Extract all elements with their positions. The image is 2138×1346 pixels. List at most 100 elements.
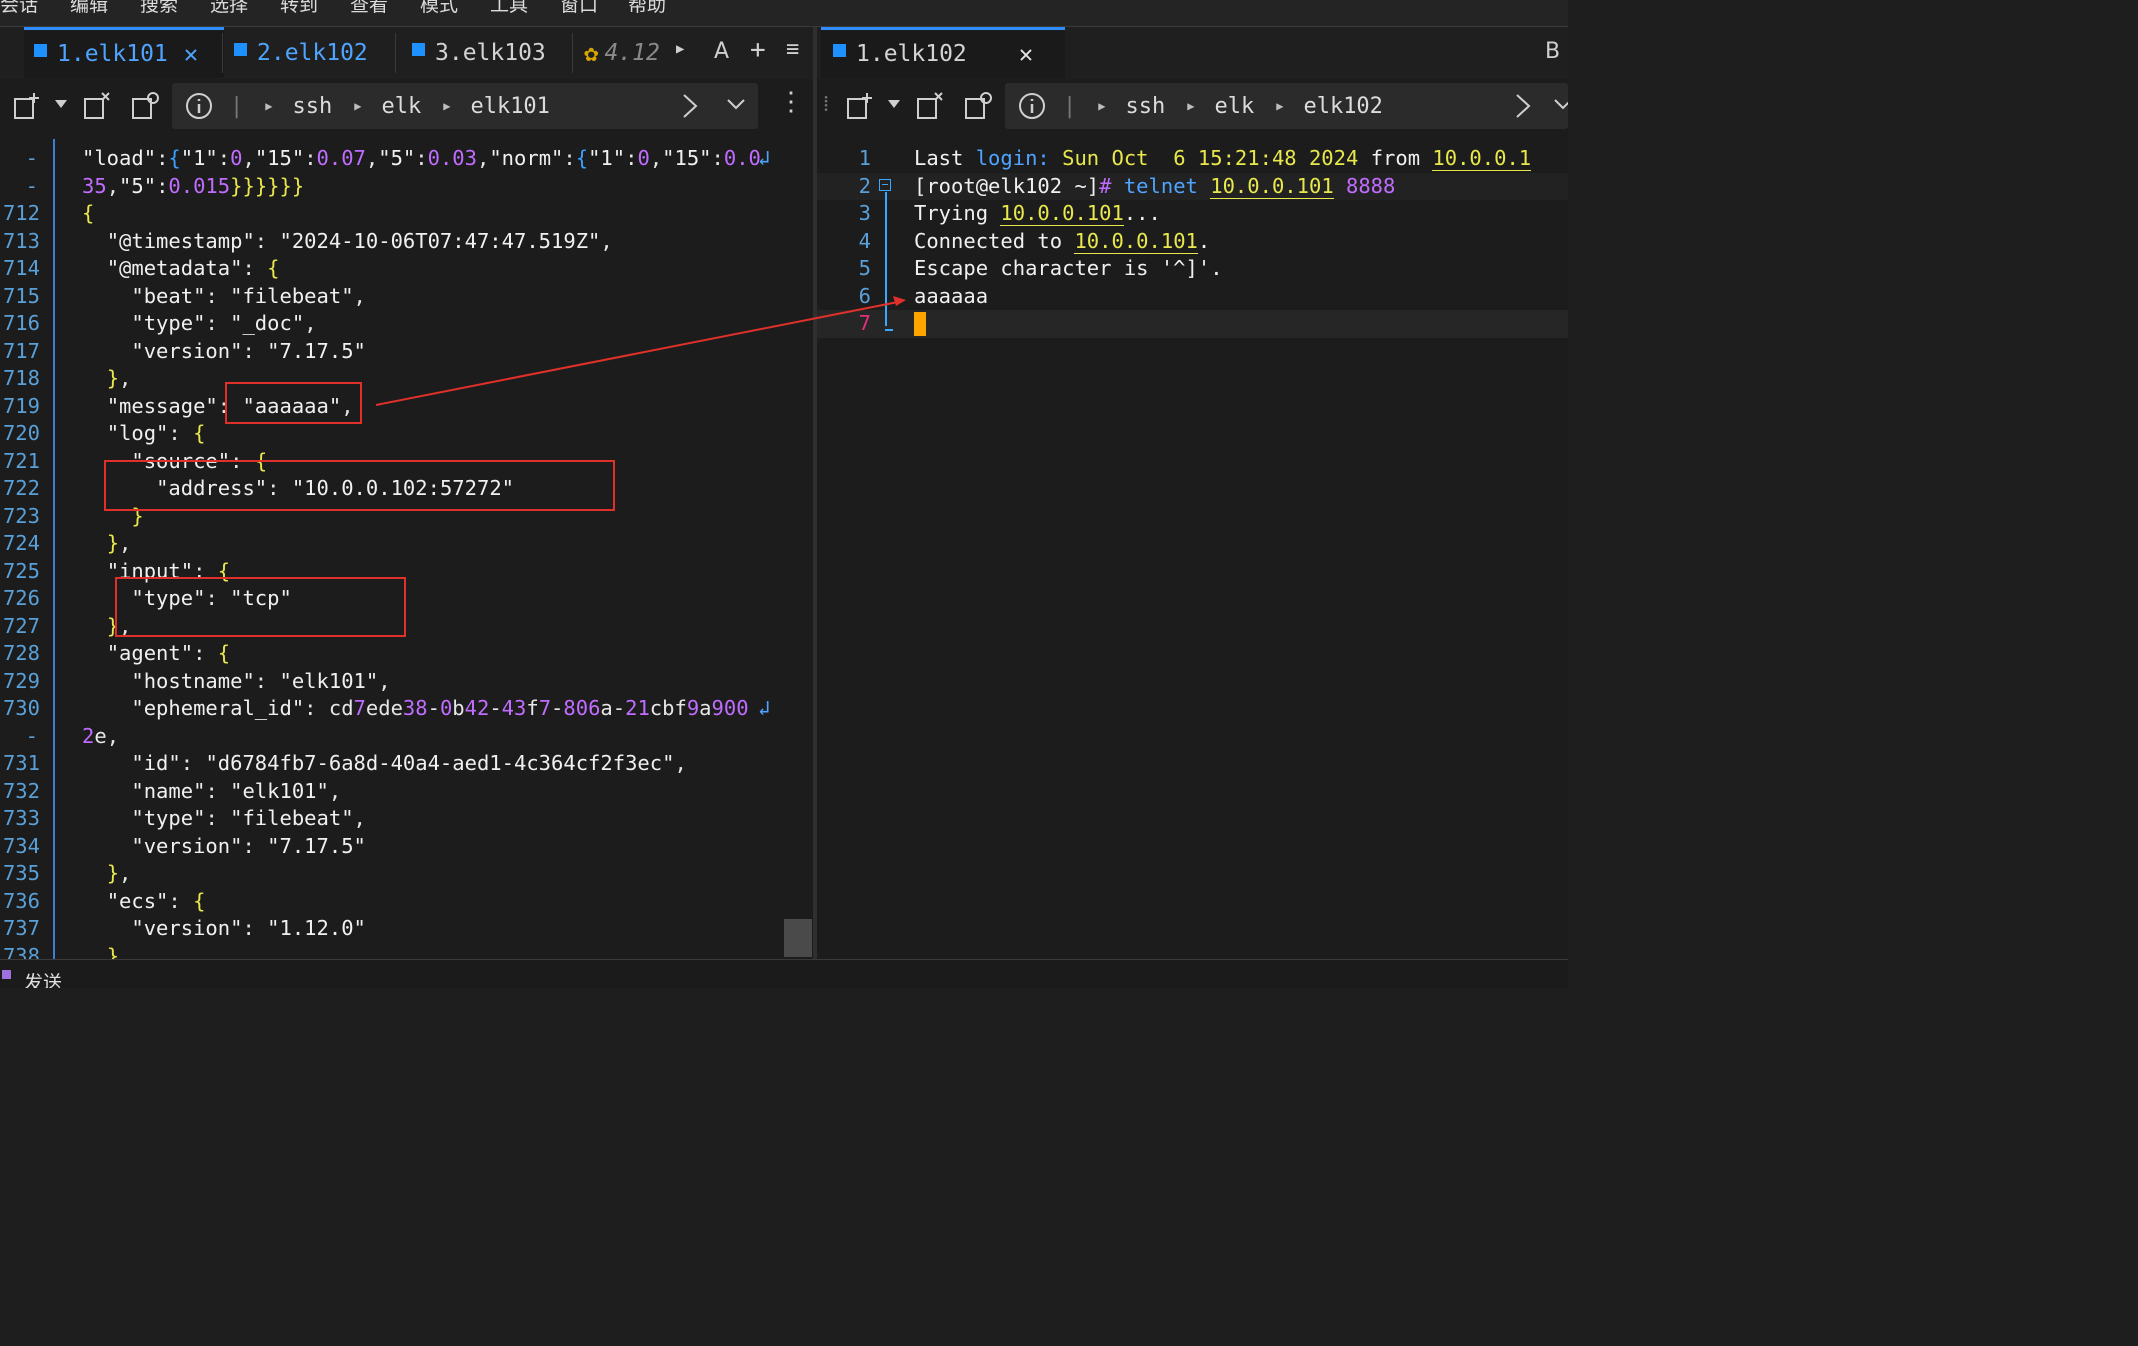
terminal-text: aaaaaa xyxy=(914,283,988,311)
code-line: 734 "version": "7.17.5" xyxy=(0,833,813,861)
tab-scroll-right-icon[interactable]: ▶ xyxy=(676,41,684,57)
menu-goto[interactable]: 转到 xyxy=(280,0,318,17)
breadcrumb-ssh[interactable]: ssh xyxy=(292,94,332,119)
code-line: 713 "@timestamp": "2024-10-06T07:47:47.5… xyxy=(0,228,813,256)
flower-icon: ✿ xyxy=(584,39,599,67)
disconnect-icon[interactable] xyxy=(915,91,945,121)
text-segment: login: xyxy=(975,146,1050,170)
text-segment: aaaaaa xyxy=(914,283,989,308)
line-number: - xyxy=(25,146,38,170)
right-terminal-output[interactable]: 1 Last login: Sun Oct 6 15:21:48 2024 fro… xyxy=(817,139,1568,959)
tab-divider xyxy=(572,33,573,73)
send-label[interactable]: 发送 xyxy=(24,968,62,988)
close-icon[interactable]: ✕ xyxy=(1019,40,1033,68)
menu-window[interactable]: 窗口 xyxy=(560,0,598,17)
tab-menu-button[interactable]: ≡ xyxy=(786,37,799,62)
tab-elk102[interactable]: 2.elk102 xyxy=(234,29,368,77)
text-segment: 10.0.0.1 xyxy=(1432,146,1532,171)
code-line: 720 "log": { xyxy=(0,420,813,448)
chevron-right-icon[interactable] xyxy=(680,93,700,119)
fold-toggle-icon[interactable] xyxy=(879,178,891,191)
text-segment: Connected to xyxy=(914,228,1075,253)
line-number: 718 xyxy=(2,366,40,390)
tab-divider xyxy=(222,33,223,73)
right-tab-bar: 1.elk102 ✕ B xyxy=(817,27,1568,79)
line-number: 728 xyxy=(2,641,40,665)
tab-label: 3.elk103 xyxy=(435,40,546,66)
send-indicator-icon xyxy=(2,970,11,979)
line-text: "@timestamp": "2024-10-06T07:47:47.519Z"… xyxy=(106,228,613,253)
menu-help[interactable]: 帮助 xyxy=(628,0,666,17)
line-text: "agent": { xyxy=(106,641,231,665)
menu-tools[interactable]: 工具 xyxy=(490,0,528,17)
text-segment: Trying xyxy=(914,201,1001,225)
line-number: 725 xyxy=(2,558,40,583)
menu-edit[interactable]: 编辑 xyxy=(70,0,108,17)
line-number: 713 xyxy=(2,228,40,253)
tab-divider xyxy=(395,33,396,73)
tab-4[interactable]: ✿ 4.12 xyxy=(584,29,666,77)
breadcrumb: | ▶ ssh ▶ elk ▶ elk101 xyxy=(172,83,758,129)
close-icon[interactable]: ✕ xyxy=(184,40,198,68)
line-number: 737 xyxy=(2,916,40,940)
disconnect-icon[interactable] xyxy=(82,91,112,121)
session-icon xyxy=(34,43,47,57)
chevron-down-icon[interactable] xyxy=(1553,97,1568,111)
breadcrumb-ssh[interactable]: ssh xyxy=(1125,94,1165,119)
drag-handle-icon[interactable]: ⁞ xyxy=(823,91,829,117)
font-button[interactable]: A xyxy=(714,39,729,64)
line-text: "ecs": { xyxy=(106,888,206,913)
terminal-line: 6 aaaaaa xyxy=(817,283,1568,311)
text-segment: . xyxy=(1197,228,1211,253)
new-session-icon[interactable] xyxy=(12,91,42,121)
left-terminal-output[interactable]: - "load":{"1":0,"15":0.07,"5":0.03,"norm"… xyxy=(0,139,813,959)
add-tab-button[interactable]: + xyxy=(750,35,766,65)
new-session-icon[interactable] xyxy=(845,91,875,121)
reconnect-icon[interactable] xyxy=(963,91,993,121)
menu-view[interactable]: 查看 xyxy=(350,0,388,17)
menu-search[interactable]: 搜索 xyxy=(140,0,178,17)
fold-guide xyxy=(885,191,887,327)
separator: | xyxy=(1063,93,1077,119)
chevron-down-icon[interactable] xyxy=(726,97,746,111)
breadcrumb-elk[interactable]: elk xyxy=(381,94,421,119)
caret-icon: ▶ xyxy=(265,99,273,113)
code-line: 738 }, xyxy=(0,943,813,960)
separator: | xyxy=(230,93,244,119)
caret-icon: ▶ xyxy=(1276,99,1284,113)
tab-elk101[interactable]: 1.elk101 ✕ xyxy=(24,27,224,78)
line-text: }, xyxy=(106,943,132,960)
code-line: 712 { xyxy=(0,200,813,228)
menu-mode[interactable]: 模式 xyxy=(420,0,458,17)
font-button[interactable]: B xyxy=(1545,39,1560,64)
code-line: 724 }, xyxy=(0,530,813,558)
breadcrumb-elk[interactable]: elk xyxy=(1214,94,1254,119)
line-number: 736 xyxy=(2,888,40,913)
breadcrumb-host[interactable]: elk101 xyxy=(470,94,549,119)
code-line: 735 }, xyxy=(0,860,813,888)
chevron-right-icon[interactable] xyxy=(1513,93,1533,119)
info-icon[interactable] xyxy=(1017,91,1047,121)
code-line: 714 "@metadata": { xyxy=(0,255,813,283)
line-number: - xyxy=(25,173,38,198)
line-text: "type": "filebeat", xyxy=(131,806,366,830)
annotation-box-address xyxy=(104,460,615,511)
wrap-indicator-icon: ↲ xyxy=(758,146,771,170)
menu-session[interactable]: 会话 xyxy=(0,0,38,17)
breadcrumb-host[interactable]: elk102 xyxy=(1303,94,1382,119)
line-text: "version": "7.17.5" xyxy=(131,338,366,363)
dropdown-icon[interactable] xyxy=(54,99,68,109)
tab-elk102[interactable]: 1.elk102 ✕ xyxy=(821,27,1065,78)
right-pane: 1.elk102 ✕ B ⁞ | ▶ ssh ▶ elk ▶ elk102 1 L… xyxy=(817,27,1568,959)
scrollbar-thumb[interactable] xyxy=(784,919,812,957)
terminal-text: [root@elk102 ~]# telnet 10.0.0.101 8888 xyxy=(914,173,1395,201)
more-vertical-icon[interactable]: ⋮ xyxy=(778,87,804,117)
dropdown-icon[interactable] xyxy=(887,99,901,109)
code-line: 716 "type": "_doc", xyxy=(0,310,813,338)
menu-select[interactable]: 选择 xyxy=(210,0,248,17)
tab-elk103[interactable]: 3.elk103 xyxy=(412,29,546,77)
info-icon[interactable] xyxy=(184,91,214,121)
code-line: - "load":{"1":0,"15":0.07,"5":0.03,"norm"… xyxy=(0,145,813,173)
reconnect-icon[interactable] xyxy=(130,91,160,121)
session-icon xyxy=(412,42,425,56)
